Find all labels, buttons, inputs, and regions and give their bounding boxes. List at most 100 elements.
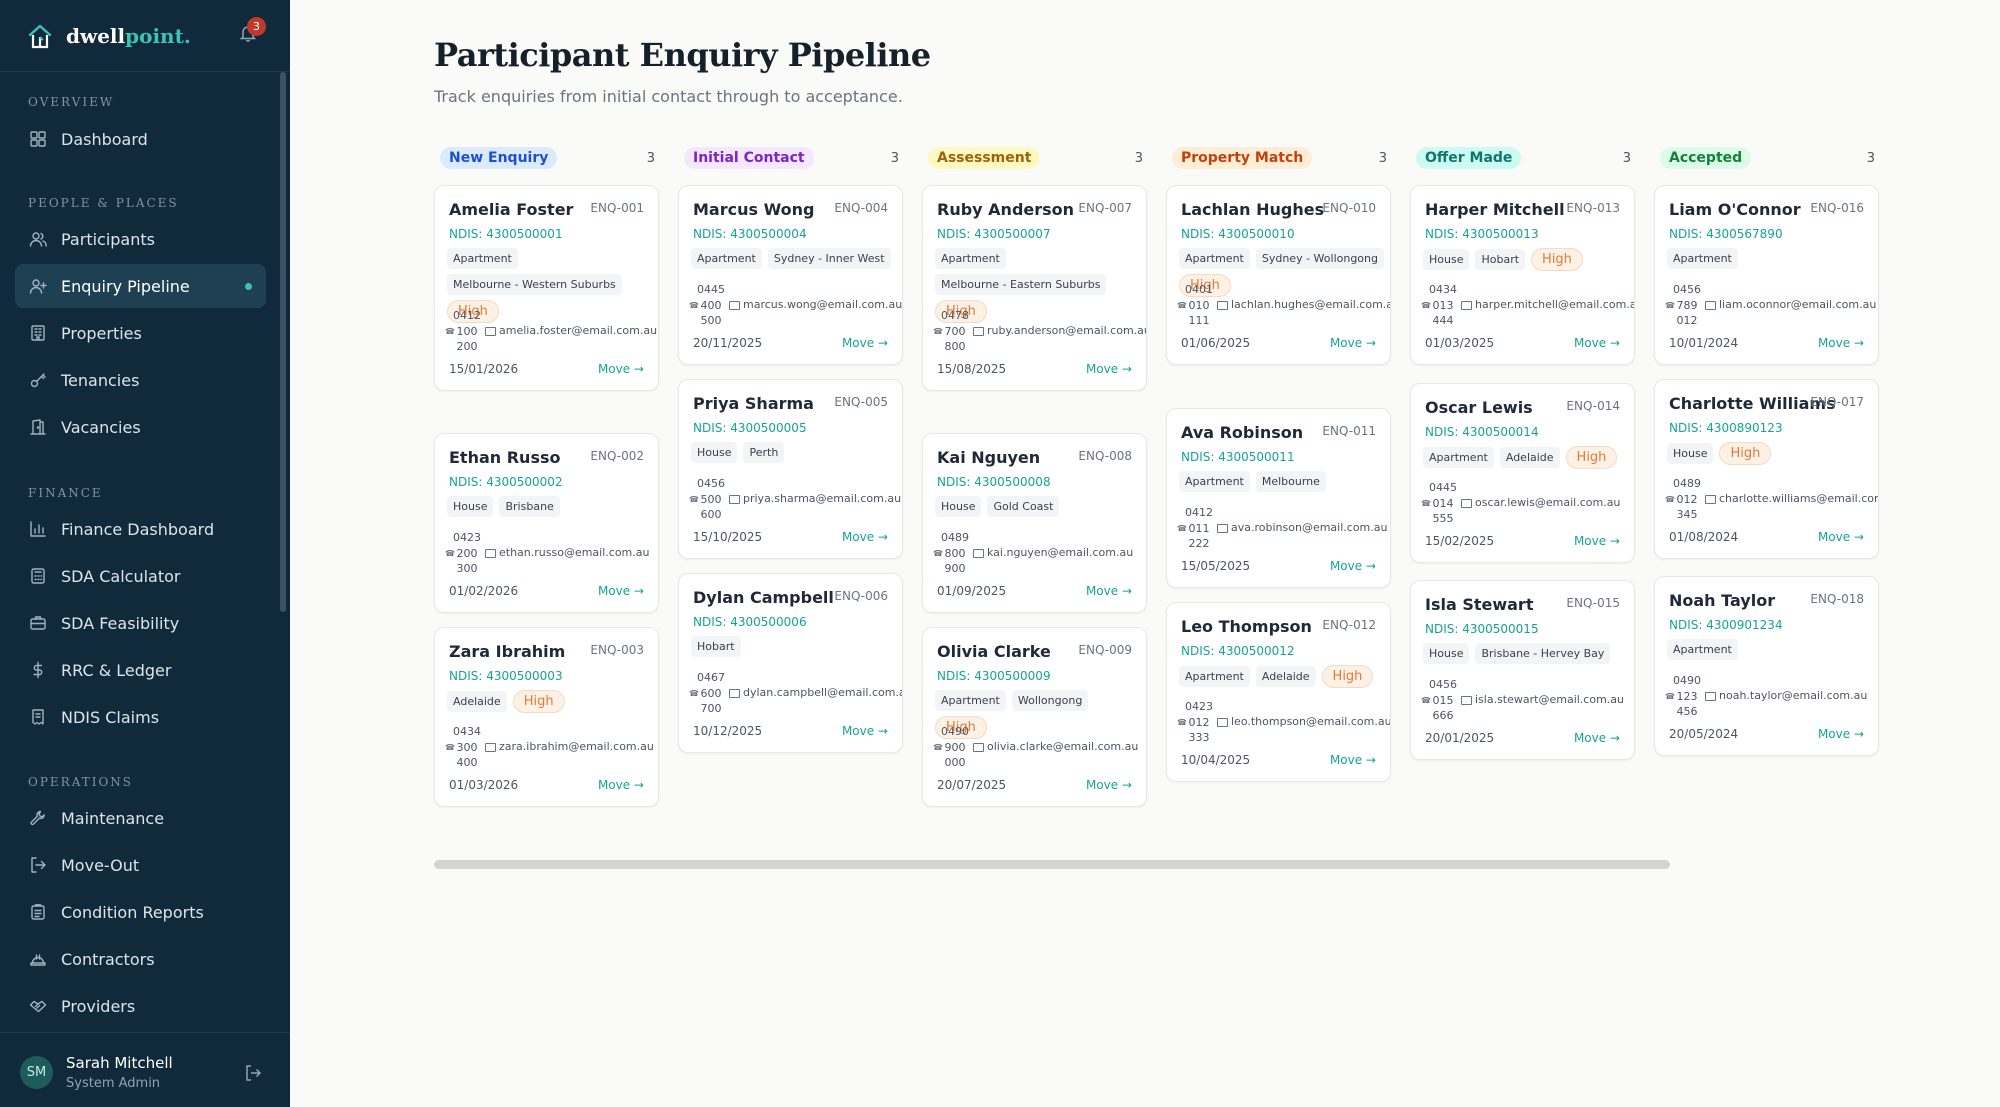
sidebar-item-sda-feasibility[interactable]: SDA Feasibility xyxy=(15,601,266,645)
phone-number[interactable]: 0412 011 222 xyxy=(1185,505,1213,552)
phone-number[interactable]: 0445 014 555 xyxy=(1429,480,1457,527)
sidebar-item-ndis-claims[interactable]: NDIS Claims xyxy=(15,695,266,739)
email-address[interactable]: liam.oconnor@email.com.au xyxy=(1719,298,1876,311)
enquiry-card[interactable]: Liam O'Connor ENQ-016 NDIS: 4300567890 Apar… xyxy=(1654,185,1879,365)
phone-number[interactable]: 0456 500 600 xyxy=(697,476,725,523)
phone-number[interactable]: 0490 123 456 xyxy=(1673,673,1701,720)
email-address[interactable]: kai.nguyen@email.com.au xyxy=(987,546,1133,559)
sidebar-scrollbar[interactable] xyxy=(280,72,286,612)
email-address[interactable]: olivia.clarke@email.com.au xyxy=(987,740,1138,753)
move-button[interactable]: Move → xyxy=(1574,534,1620,548)
enquiry-card[interactable]: Amelia Foster ENQ-001 NDIS: 4300500001 Apar… xyxy=(434,185,659,391)
move-button[interactable]: Move → xyxy=(1086,362,1132,376)
move-button[interactable]: Move → xyxy=(598,584,644,598)
avatar[interactable]: SM xyxy=(20,1056,53,1089)
move-button[interactable]: Move → xyxy=(598,362,644,376)
email-address[interactable]: lachlan.hughes@email.com.au xyxy=(1231,298,1390,311)
enquiry-card[interactable]: Leo Thompson ENQ-012 NDIS: 4300500012 Apart… xyxy=(1166,602,1391,782)
email-address[interactable]: amelia.foster@email.com.au xyxy=(499,324,657,337)
enquiry-card[interactable]: Oscar Lewis ENQ-014 NDIS: 4300500014 Apartm… xyxy=(1410,383,1635,563)
phone-number[interactable]: 0489 800 900 xyxy=(941,530,969,577)
enquiry-card[interactable]: Isla Stewart ENQ-015 NDIS: 4300500015 House… xyxy=(1410,580,1635,760)
enquiry-card[interactable]: Ruby Anderson ENQ-007 NDIS: 4300500007 Apar… xyxy=(922,185,1147,391)
move-button[interactable]: Move → xyxy=(1574,731,1620,745)
email-address[interactable]: leo.thompson@email.com.au xyxy=(1231,715,1390,728)
email-address[interactable]: ethan.russo@email.com.au xyxy=(499,546,649,559)
sidebar-item-condition-reports[interactable]: Condition Reports xyxy=(15,890,266,934)
email-address[interactable]: noah.taylor@email.com.au xyxy=(1719,689,1867,702)
phone-number[interactable]: 0423 200 300 xyxy=(453,530,481,577)
move-button[interactable]: Move → xyxy=(1818,336,1864,350)
move-button[interactable]: Move → xyxy=(598,778,644,792)
enquiry-card[interactable]: Harper Mitchell ENQ-013 NDIS: 4300500013 Ho… xyxy=(1410,185,1635,365)
card-tags: House Gold Coast xyxy=(935,496,1140,517)
phone-number[interactable]: 0456 015 666 xyxy=(1429,677,1457,724)
enquiry-card[interactable]: Ava Robinson ENQ-011 NDIS: 4300500011 Apart… xyxy=(1166,408,1391,588)
move-button[interactable]: Move → xyxy=(842,336,888,350)
enquiry-card[interactable]: Marcus Wong ENQ-004 NDIS: 4300500004 Apartm… xyxy=(678,185,903,365)
email-address[interactable]: oscar.lewis@email.com.au xyxy=(1475,496,1620,509)
move-button[interactable]: Move → xyxy=(1818,530,1864,544)
move-button[interactable]: Move → xyxy=(1330,336,1376,350)
email-address[interactable]: marcus.wong@email.com.au xyxy=(743,298,902,311)
sidebar-item-label: NDIS Claims xyxy=(61,707,160,727)
enquiry-card[interactable]: Charlotte Williams ENQ-017 NDIS: 430089012… xyxy=(1654,379,1879,559)
phone-number[interactable]: 0490 900 000 xyxy=(941,724,969,771)
move-button[interactable]: Move → xyxy=(1818,727,1864,741)
sidebar-item-participants[interactable]: Participants xyxy=(15,217,266,261)
enquiry-card[interactable]: Dylan Campbell ENQ-006 NDIS: 4300500006 Hob… xyxy=(678,573,903,753)
email-address[interactable]: charlotte.williams@email.com.au xyxy=(1719,492,1878,505)
enquiry-card[interactable]: Lachlan Hughes ENQ-010 NDIS: 4300500010 Apa… xyxy=(1166,185,1391,365)
column-count: 3 xyxy=(890,150,899,166)
phone-number[interactable]: 0423 012 333 xyxy=(1185,699,1213,746)
enquiry-card[interactable]: Noah Taylor ENQ-018 NDIS: 4300901234 Apartm… xyxy=(1654,576,1879,756)
sidebar-item-contractors[interactable]: Contractors xyxy=(15,937,266,981)
sidebar-item-sda-calculator[interactable]: SDA Calculator xyxy=(15,554,266,598)
sidebar-item-tenancies[interactable]: Tenancies xyxy=(15,358,266,402)
enquiry-card[interactable]: Zara Ibrahim ENQ-003 NDIS: 4300500003 Adela… xyxy=(434,627,659,807)
phone-number[interactable]: 0434 013 444 xyxy=(1429,282,1457,329)
enquiry-card[interactable]: Ethan Russo ENQ-002 NDIS: 4300500002 House B… xyxy=(434,433,659,613)
phone-number[interactable]: 0412 100 200 xyxy=(453,308,481,355)
sidebar-item-maintenance[interactable]: Maintenance xyxy=(15,796,266,840)
email-address[interactable]: isla.stewart@email.com.au xyxy=(1475,693,1624,706)
sidebar-item-rrc-ledger[interactable]: RRC & Ledger xyxy=(15,648,266,692)
move-button[interactable]: Move → xyxy=(1086,778,1132,792)
phone-number[interactable]: 0434 300 400 xyxy=(453,724,481,771)
sidebar-item-dashboard[interactable]: Dashboard xyxy=(15,117,266,161)
email-address[interactable]: priya.sharma@email.com.au xyxy=(743,492,901,505)
enquiry-card[interactable]: Kai Nguyen ENQ-008 NDIS: 4300500008 House Go… xyxy=(922,433,1147,613)
tag: Melbourne xyxy=(1255,471,1326,492)
sidebar-item-finance-dashboard[interactable]: Finance Dashboard xyxy=(15,507,266,551)
move-button[interactable]: Move → xyxy=(1574,336,1620,350)
phone-number[interactable]: 0478 700 800 xyxy=(941,308,969,355)
move-button[interactable]: Move → xyxy=(1330,559,1376,573)
email-address[interactable]: ava.robinson@email.com.au xyxy=(1231,521,1387,534)
participant-name: Liam O'Connor xyxy=(1669,200,1801,219)
brand-logo[interactable]: dwellpoint. xyxy=(66,24,191,48)
email-address[interactable]: harper.mitchell@email.com.au xyxy=(1475,298,1634,311)
sidebar-item-move-out[interactable]: Move-Out xyxy=(15,843,266,887)
email-address[interactable]: dylan.campbell@email.com.au xyxy=(743,686,902,699)
phone-number[interactable]: 0467 600 700 xyxy=(697,670,725,717)
phone-number[interactable]: 0489 012 345 xyxy=(1673,476,1701,523)
sidebar-item-properties[interactable]: Properties xyxy=(15,311,266,355)
logout-icon[interactable] xyxy=(244,1064,262,1082)
enquiry-card[interactable]: Priya Sharma ENQ-005 NDIS: 4300500005 House… xyxy=(678,379,903,559)
clipboard-icon xyxy=(31,904,45,920)
phone-number[interactable]: 0445 400 500 xyxy=(697,282,725,329)
sidebar-item-vacancies[interactable]: Vacancies xyxy=(15,405,266,449)
enquiry-card[interactable]: Olivia Clarke ENQ-009 NDIS: 4300500009 Apar… xyxy=(922,627,1147,807)
move-button[interactable]: Move → xyxy=(842,724,888,738)
email-address[interactable]: zara.ibrahim@email.com.au xyxy=(499,740,654,753)
email-address[interactable]: ruby.anderson@email.com.au xyxy=(987,324,1146,337)
move-button[interactable]: Move → xyxy=(1086,584,1132,598)
phone-number[interactable]: 0456 789 012 xyxy=(1673,282,1701,329)
sidebar-item-providers[interactable]: Providers xyxy=(15,984,266,1028)
enquiry-date: 01/02/2026 xyxy=(449,584,519,598)
sidebar-item-enquiry-pipeline[interactable]: Enquiry Pipeline xyxy=(15,264,266,308)
board-horizontal-scrollbar[interactable] xyxy=(434,860,1670,869)
move-button[interactable]: Move → xyxy=(1330,753,1376,767)
move-button[interactable]: Move → xyxy=(842,530,888,544)
phone-number[interactable]: 0401 010 111 xyxy=(1185,282,1213,329)
